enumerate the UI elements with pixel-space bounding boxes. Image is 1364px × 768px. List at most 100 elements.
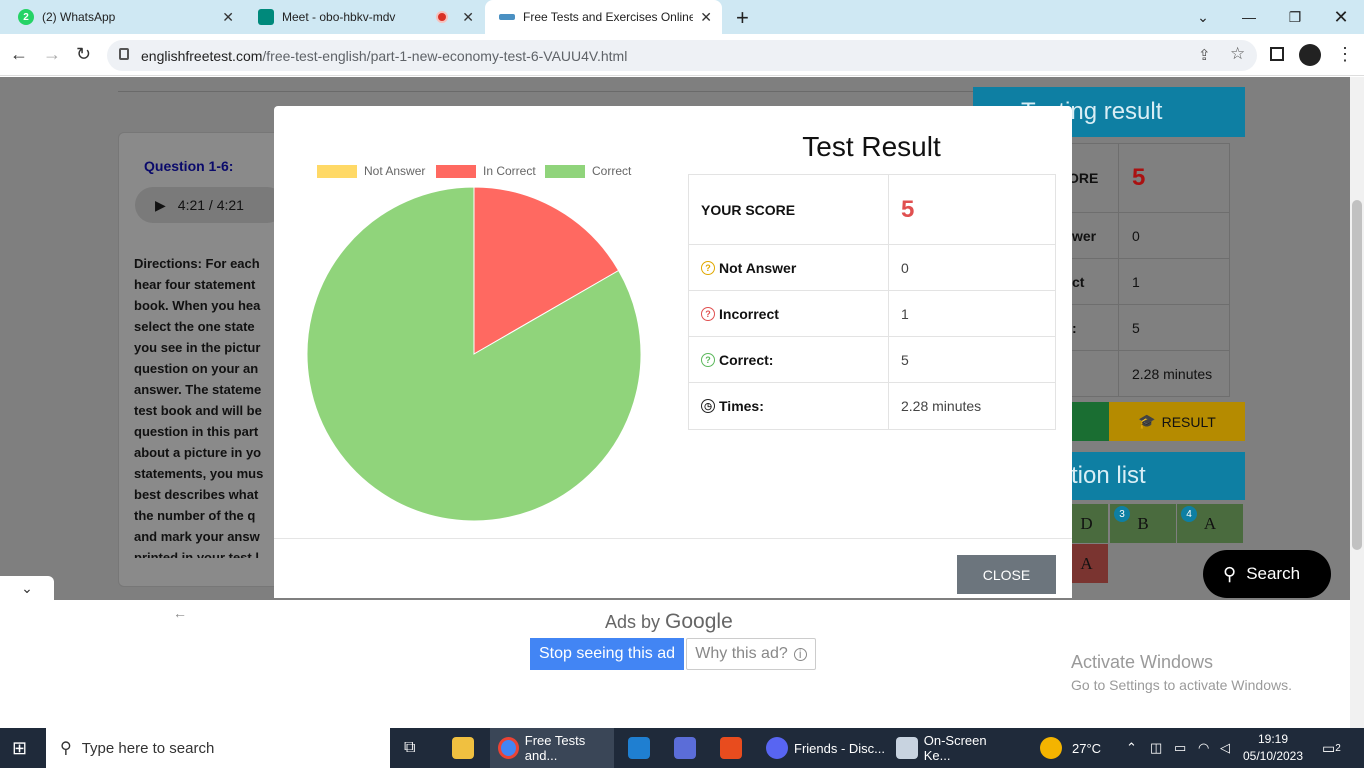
avatar[interactable] xyxy=(1299,44,1321,66)
star-icon[interactable]: ☆ xyxy=(1230,44,1245,64)
discord-icon xyxy=(766,737,788,759)
google-logo: Google xyxy=(665,610,733,633)
taskbar-app-discord[interactable]: Friends - Disc... xyxy=(762,728,886,768)
correct-row: ? Correct: 5 xyxy=(689,337,1055,383)
battery-icon[interactable]: ▭ xyxy=(1174,728,1186,768)
tray-chevron-icon[interactable]: ⌃ xyxy=(1126,728,1137,768)
chrome-icon xyxy=(498,737,519,759)
question-icon: ? xyxy=(701,260,715,275)
row-label: Correct: xyxy=(719,351,774,368)
close-button[interactable]: CLOSE xyxy=(957,555,1056,594)
url-domain: englishfreetest.com xyxy=(141,47,263,64)
clock-time: 19:19 xyxy=(1257,732,1289,746)
taskbar-search-placeholder: Type here to search xyxy=(81,739,215,757)
play-icon[interactable]: ▶ xyxy=(155,197,166,214)
weather-widget[interactable]: 27°C xyxy=(1040,728,1101,768)
clock-icon: ◷ xyxy=(701,399,715,413)
legend-incorrect[interactable]: In Correct xyxy=(436,164,536,178)
app-icon[interactable] xyxy=(674,728,702,768)
close-tab-icon[interactable]: ✕ xyxy=(700,9,712,26)
row-label: Incorrect xyxy=(719,305,779,322)
minimize-icon[interactable]: — xyxy=(1226,0,1272,34)
why-this-ad-button[interactable]: Why this ad? i xyxy=(686,638,816,670)
legend-swatch xyxy=(317,164,357,178)
activate-windows-subtitle: Go to Settings to activate Windows. xyxy=(1071,677,1292,693)
question-list-label: tion list xyxy=(1071,462,1146,489)
side-row-value: 1 xyxy=(1132,273,1140,290)
tab-active[interactable]: Free Tests and Exercises Online f ✕ xyxy=(485,0,722,34)
taskbar-search[interactable]: ⚲ Type here to search xyxy=(46,728,390,768)
address-bar[interactable]: englishfreetest.com/free-test-english/pa… xyxy=(107,40,1257,71)
meet-icon xyxy=(258,9,274,25)
scrollbar-thumb[interactable] xyxy=(1352,200,1362,550)
whatsapp-icon: 2 xyxy=(18,9,34,25)
windows-start-icon[interactable]: ⊞ xyxy=(12,728,27,768)
lock-icon[interactable] xyxy=(119,48,129,60)
volume-icon[interactable]: ◁ xyxy=(1220,728,1230,768)
stop-seeing-ad-button[interactable]: Stop seeing this ad xyxy=(530,638,684,670)
modal-divider xyxy=(274,538,1072,539)
legend-label: Correct xyxy=(592,164,632,178)
search-button[interactable]: ⚲ Search xyxy=(1203,550,1331,598)
legend-not-answer[interactable]: Not Answer xyxy=(317,164,425,178)
incorrect-row: ? Incorrect 1 xyxy=(689,291,1055,337)
back-icon[interactable]: ← xyxy=(10,44,28,65)
row-label: Times: xyxy=(719,398,764,414)
weather-temp: 27°C xyxy=(1072,740,1102,756)
divider xyxy=(118,91,978,92)
collapse-ad-button[interactable]: ⌄ xyxy=(0,576,54,600)
new-tab-icon[interactable]: + xyxy=(736,5,749,31)
ad-back-icon[interactable]: ← xyxy=(173,605,187,621)
taskbar-app-keyboard[interactable]: On-Screen Ke... xyxy=(892,728,1016,768)
side-row-label: ct xyxy=(1072,273,1085,290)
row-value: 2.28 minutes xyxy=(901,398,982,414)
times-row: ◷ Times: 2.28 minutes xyxy=(689,383,1055,429)
result-label: RESULT xyxy=(1161,413,1216,430)
modal-title: Test Result xyxy=(802,131,941,162)
question-number-badge: 4 xyxy=(1181,506,1197,522)
reload-icon[interactable]: ↻ xyxy=(76,44,91,65)
side-row-label: : xyxy=(1072,319,1077,336)
restore-icon[interactable]: ❐ xyxy=(1272,0,1318,34)
close-window-icon[interactable]: ✕ xyxy=(1318,0,1364,34)
question-cell[interactable]: 3B xyxy=(1110,504,1176,543)
why-ad-label: Why this ad? xyxy=(695,645,788,662)
file-explorer-icon[interactable] xyxy=(452,728,480,768)
weather-icon xyxy=(1040,737,1062,759)
notification-center[interactable]: ▭ 2 xyxy=(1322,728,1341,768)
vscode-icon[interactable] xyxy=(628,728,656,768)
audio-player[interactable]: ▶ 4:21 / 4:21 xyxy=(135,187,285,223)
share-icon[interactable]: ⇪ xyxy=(1198,46,1211,64)
legend-label: Not Answer xyxy=(364,164,426,178)
forward-icon[interactable]: → xyxy=(43,44,61,65)
menu-icon[interactable]: ⋮ xyxy=(1336,44,1354,65)
brave-icon[interactable] xyxy=(720,728,748,768)
chevron-down-icon: ⌄ xyxy=(21,579,33,596)
tab-label: Free Tests and Exercises Online f xyxy=(523,10,693,24)
close-tab-icon[interactable]: ✕ xyxy=(222,9,234,26)
search-icon: ⚲ xyxy=(60,740,72,757)
tab-search-icon[interactable]: ⌄ xyxy=(1180,0,1226,34)
tab-whatsapp[interactable]: 2 (2) WhatsApp ✕ xyxy=(4,0,244,34)
network-icon[interactable]: ◫ xyxy=(1150,728,1162,768)
side-panel-icon[interactable] xyxy=(1270,47,1284,61)
tab-meet[interactable]: Meet - obo-hbkv-mdv ✕ xyxy=(244,0,484,34)
question-icon: ? xyxy=(701,352,715,367)
legend-correct[interactable]: Correct xyxy=(545,164,631,178)
side-col-divider xyxy=(1118,143,1119,397)
task-view-icon[interactable]: ⧉ xyxy=(404,728,415,768)
close-tab-icon[interactable]: ✕ xyxy=(462,9,474,26)
activate-windows-title: Activate Windows xyxy=(1071,652,1214,672)
taskbar-app-chrome[interactable]: Free Tests and... xyxy=(490,728,614,768)
wifi-icon[interactable]: ◠ xyxy=(1198,728,1209,768)
score-row: YOUR SCORE 5 xyxy=(689,175,1055,245)
info-icon: i xyxy=(793,647,807,661)
taskbar-clock[interactable]: 19:19 05/10/2023 xyxy=(1238,731,1308,765)
side-row-value: 5 xyxy=(1132,163,1146,191)
side-row-value: 0 xyxy=(1132,227,1140,244)
result-button[interactable]: 🎓 RESULT xyxy=(1109,402,1245,441)
side-row-value: 2.28 minutes xyxy=(1132,366,1213,382)
question-cell[interactable]: 4A xyxy=(1177,504,1243,543)
taskbar-app-label: On-Screen Ke... xyxy=(923,733,987,763)
taskbar-app-label: Friends - Disc... xyxy=(794,740,886,756)
